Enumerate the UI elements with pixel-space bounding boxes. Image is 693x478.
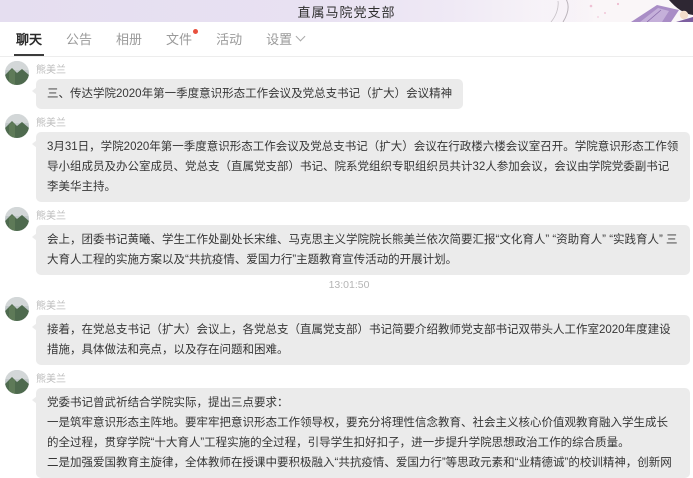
avatar[interactable] — [5, 61, 29, 85]
chat-message: 熊美兰 党委书记曾武祈结合学院实际，提出三点要求： 一是筑牢意识形态主阵地。要牢… — [5, 369, 693, 478]
group-tabbar: 聊天 公告 相册 文件 活动 设置 — [0, 22, 693, 57]
sender-name: 熊美兰 — [36, 61, 690, 76]
tab-announcements[interactable]: 公告 — [64, 22, 94, 56]
avatar[interactable] — [5, 370, 29, 394]
chevron-down-icon — [296, 32, 306, 42]
chat-message: 熊美兰 会上，团委书记黄曦、学生工作处副处长宋维、马克思主义学院院长熊美兰依次简… — [5, 206, 693, 275]
avatar[interactable] — [5, 297, 29, 321]
new-badge-dot — [193, 29, 198, 34]
message-bubble: 接着，在党总支书记（扩大）会议上，各党总支（直属党支部）书记简要介绍教师党支部书… — [36, 315, 690, 365]
sender-name: 熊美兰 — [36, 297, 690, 312]
message-body: 熊美兰 3月31日，学院2020年第一季度意识形态工作会议及党总支书记（扩大）会… — [36, 113, 693, 202]
message-body: 熊美兰 三、传达学院2020年第一季度意识形态工作会议及党总支书记（扩大）会议精… — [36, 60, 693, 109]
message-bubble: 会上，团委书记黄曦、学生工作处副处长宋维、马克思主义学院院长熊美兰依次简要汇报“… — [36, 225, 690, 275]
chat-message: 熊美兰 接着，在党总支书记（扩大）会议上，各党总支（直属党支部）书记简要介绍教师… — [5, 296, 693, 365]
chat-message-list: 熊美兰 三、传达学院2020年第一季度意识形态工作会议及党总支书记（扩大）会议精… — [0, 57, 693, 478]
message-bubble: 3月31日，学院2020年第一季度意识形态工作会议及党总支书记（扩大）会议在行政… — [36, 132, 690, 202]
tab-settings-label: 设置 — [266, 29, 292, 48]
message-bubble: 三、传达学院2020年第一季度意识形态工作会议及党总支书记（扩大）会议精神 — [36, 79, 463, 109]
avatar-image — [5, 61, 29, 85]
chat-message: 熊美兰 三、传达学院2020年第一季度意识形态工作会议及党总支书记（扩大）会议精… — [5, 60, 693, 109]
group-title: 直属马院党支部 — [297, 2, 395, 21]
tab-files[interactable]: 文件 — [164, 22, 194, 56]
group-header: 直属马院党支部 — [0, 0, 693, 22]
tab-files-label: 文件 — [166, 29, 192, 48]
sender-name: 熊美兰 — [36, 370, 690, 385]
tab-chat[interactable]: 聊天 — [14, 22, 44, 56]
message-body: 熊美兰 党委书记曾武祈结合学院实际，提出三点要求： 一是筑牢意识形态主阵地。要牢… — [36, 369, 693, 478]
tab-activities[interactable]: 活动 — [214, 22, 244, 56]
message-body: 熊美兰 会上，团委书记黄曦、学生工作处副处长宋维、马克思主义学院院长熊美兰依次简… — [36, 206, 693, 275]
chat-message: 熊美兰 3月31日，学院2020年第一季度意识形态工作会议及党总支书记（扩大）会… — [5, 113, 693, 202]
avatar-image — [5, 207, 29, 231]
avatar-image — [5, 370, 29, 394]
sender-name: 熊美兰 — [36, 114, 690, 129]
avatar-image — [5, 114, 29, 138]
avatar[interactable] — [5, 207, 29, 231]
timestamp: 13:01:50 — [5, 279, 693, 291]
tab-settings[interactable]: 设置 — [264, 22, 306, 56]
tab-chat-label: 聊天 — [16, 29, 42, 48]
avatar[interactable] — [5, 114, 29, 138]
tab-albums[interactable]: 相册 — [114, 22, 144, 56]
tab-activities-label: 活动 — [216, 29, 242, 48]
message-bubble: 党委书记曾武祈结合学院实际，提出三点要求： 一是筑牢意识形态主阵地。要牢牢把意识… — [36, 388, 690, 478]
tab-announcements-label: 公告 — [66, 29, 92, 48]
message-body: 熊美兰 接着，在党总支书记（扩大）会议上，各党总支（直属党支部）书记简要介绍教师… — [36, 296, 693, 365]
tab-albums-label: 相册 — [116, 29, 142, 48]
sender-name: 熊美兰 — [36, 207, 690, 222]
avatar-image — [5, 297, 29, 321]
header-artwork-image — [543, 0, 693, 22]
